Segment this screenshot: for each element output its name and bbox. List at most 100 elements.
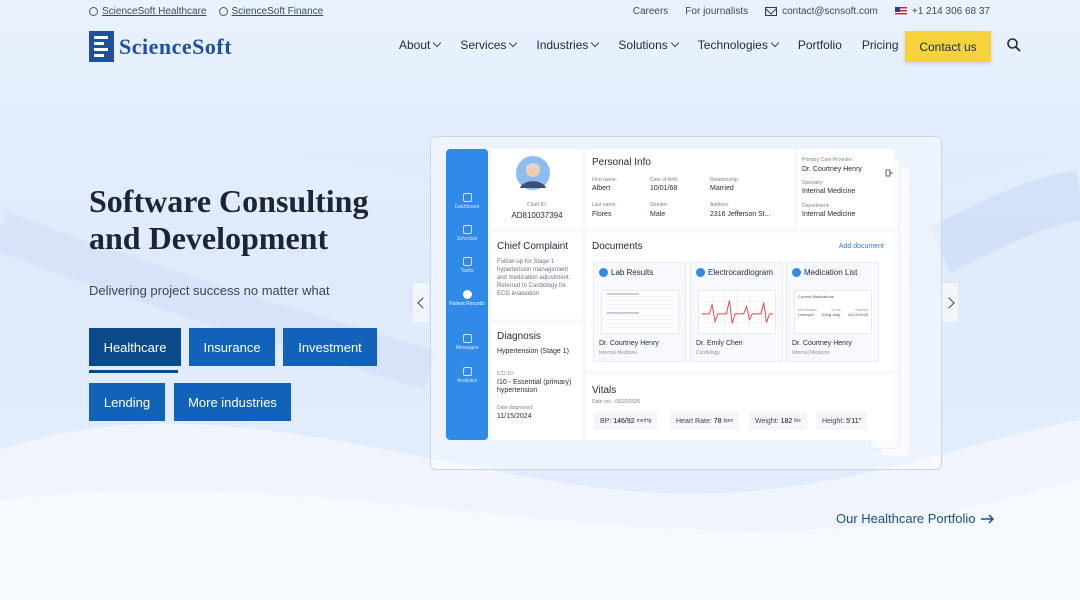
diagnosis-date-label: Date diagnosed: — [497, 405, 534, 411]
documents-title: Documents — [592, 241, 643, 252]
nav-about[interactable]: About — [399, 38, 442, 52]
bp-label: BP: — [600, 417, 612, 425]
sidebar-item-tasks[interactable]: Tasks — [446, 257, 488, 274]
arrow-right-icon — [981, 513, 995, 524]
chief-complaint-title: Chief Complaint — [497, 241, 569, 252]
diagnosis-name: Hypertension (Stage 1) — [497, 348, 569, 355]
patient-avatar — [516, 156, 550, 190]
dashboard-sidebar: Dashboard Schedule Tasks Patient Records… — [446, 149, 488, 440]
first-name-value: Albert — [592, 185, 611, 192]
hero-title: Software Consulting and Development — [89, 183, 368, 257]
industry-investment-button[interactable]: Investment — [283, 328, 377, 366]
sidebar-item-dashboard[interactable]: Dashboard — [446, 193, 488, 210]
sidebar-item-schedule[interactable]: Schedule — [446, 225, 488, 242]
document-doctor: Dr. Courtney Henry — [599, 340, 659, 347]
nav-solutions[interactable]: Solutions — [618, 38, 680, 52]
open-icon[interactable] — [885, 169, 893, 177]
vital-height: Height: 5'11" — [816, 412, 868, 430]
icd-value: I10 - Essential (primary) hypertension — [497, 379, 572, 394]
document-card-medication-list[interactable]: Medication List Current Medications Medi… — [786, 262, 879, 362]
dollar-icon — [218, 7, 228, 16]
specialty-value: Internal Medicine — [802, 188, 856, 195]
document-card-ecg[interactable]: Electrocardiogram Dr. Emily Chen Cardiol… — [690, 262, 783, 362]
department-label: Department: — [802, 203, 830, 209]
personal-info-title: Personal Info — [592, 157, 651, 168]
email-link[interactable]: contact@scnsoft.com — [765, 6, 878, 17]
provider-panel: Primary Care Provider: Dr. Courtney Henr… — [797, 149, 894, 229]
nav-pricing[interactable]: Pricing — [862, 38, 899, 52]
healthcare-portfolio-link[interactable]: Our Healthcare Portfolio — [836, 511, 995, 526]
active-industry-underline — [89, 370, 178, 373]
vital-bp: BP: 146/92 mmHg — [594, 412, 658, 430]
diagnosis-panel: Diagnosis Hypertension (Stage 1) ICD-10 … — [492, 323, 582, 440]
hr-unit: bpm — [723, 418, 734, 424]
sidebar-tasks-label: Tasks — [460, 268, 474, 274]
healthcare-site-label: ScienceSoft Healthcare — [102, 6, 207, 17]
carousel-next-button[interactable] — [942, 283, 958, 322]
nav-technologies[interactable]: Technologies — [698, 38, 780, 52]
medication-dose: 10mg daily — [821, 312, 841, 317]
diagnosis-title: Diagnosis — [497, 331, 541, 342]
provider-label: Primary Care Provider: — [802, 157, 853, 163]
healthcare-site-link[interactable]: ScienceSoft Healthcare — [89, 6, 207, 17]
us-flag-icon — [894, 7, 907, 16]
add-document-link[interactable]: Add document — [839, 243, 884, 250]
document-specialty: Internal Medicine — [599, 350, 638, 356]
logo-text: ScienceSoft — [119, 33, 233, 59]
chart-id-label: Chart ID: — [526, 202, 547, 208]
portfolio-link-label: Our Healthcare Portfolio — [836, 511, 976, 526]
diagnosis-date-value: 11/15/2024 — [497, 413, 532, 420]
document-icon — [792, 268, 801, 277]
carousel-prev-button[interactable] — [413, 283, 429, 322]
careers-link[interactable]: Careers — [633, 6, 669, 17]
chevron-down-icon — [509, 38, 518, 48]
industry-lending-button[interactable]: Lending — [89, 383, 165, 421]
top-utility-bar: ScienceSoft Healthcare ScienceSoft Finan… — [0, 6, 1080, 22]
phone-link[interactable]: +1 214 306 68 37 — [894, 6, 990, 17]
industry-healthcare-button[interactable]: Healthcare — [89, 328, 181, 366]
dashboard-icon — [462, 193, 472, 202]
nav-pricing-label: Pricing — [861, 38, 899, 52]
sidebar-item-patient-records[interactable]: Patient Records — [446, 290, 488, 307]
chevron-down-icon — [670, 38, 680, 48]
nav-portfolio[interactable]: Portfolio — [798, 38, 842, 52]
more-industries-button[interactable]: More industries — [174, 383, 291, 421]
dob-value: 10/01/68 — [650, 185, 678, 192]
main-nav: About Services Industries Solutions Tech… — [399, 38, 919, 52]
specialty-label: Specialty: — [802, 180, 824, 186]
nav-services-label: Services — [460, 38, 507, 52]
email-label: contact@scnsoft.com — [782, 6, 878, 17]
medication-started: 02/10/2025 — [847, 312, 868, 317]
logo[interactable]: ScienceSoft — [89, 31, 232, 62]
ecg-thumbnail — [698, 290, 776, 334]
contact-us-button[interactable]: Contact us — [905, 31, 991, 62]
sidebar-schedule-label: Schedule — [456, 236, 478, 242]
patient-card: Chart ID: AD810037394 — [492, 149, 582, 229]
sidebar-dashboard-label: Dashboard — [454, 204, 480, 210]
vitals-title: Vitals — [592, 385, 617, 396]
journalists-link[interactable]: For journalists — [685, 6, 748, 17]
finance-site-link[interactable]: ScienceSoft Finance — [218, 6, 323, 17]
document-title: Electrocardiogram — [708, 268, 773, 277]
document-doctor: Dr. Courtney Henry — [792, 340, 852, 347]
chevron-right-icon — [942, 296, 955, 309]
sidebar-item-messages[interactable]: Messages — [446, 334, 488, 351]
industry-insurance-button[interactable]: Insurance — [189, 328, 275, 366]
phone-label: +1 214 306 68 37 — [911, 6, 990, 17]
document-card-lab-results[interactable]: Lab Results Dr. Courtney Henry Internal … — [593, 262, 686, 362]
medication-thumb-heading: Current Medications — [798, 294, 834, 299]
chart-id-value: AD810037394 — [511, 211, 563, 220]
document-doctor: Dr. Emily Chen — [696, 340, 743, 347]
sidebar-item-analytics[interactable]: Analytics — [446, 367, 488, 384]
nav-industries[interactable]: Industries — [536, 38, 600, 52]
chevron-down-icon — [591, 38, 600, 48]
nav-industries-label: Industries — [536, 38, 589, 52]
nav-services[interactable]: Services — [460, 38, 518, 52]
chevron-down-icon — [770, 38, 780, 48]
sidebar-messages-label: Messages — [455, 345, 479, 351]
search-icon[interactable] — [1007, 38, 1021, 52]
nav-portfolio-label: Portfolio — [797, 38, 842, 52]
nav-about-label: About — [399, 38, 431, 52]
gender-label: Gender: — [650, 202, 669, 208]
tasks-icon — [462, 257, 472, 266]
